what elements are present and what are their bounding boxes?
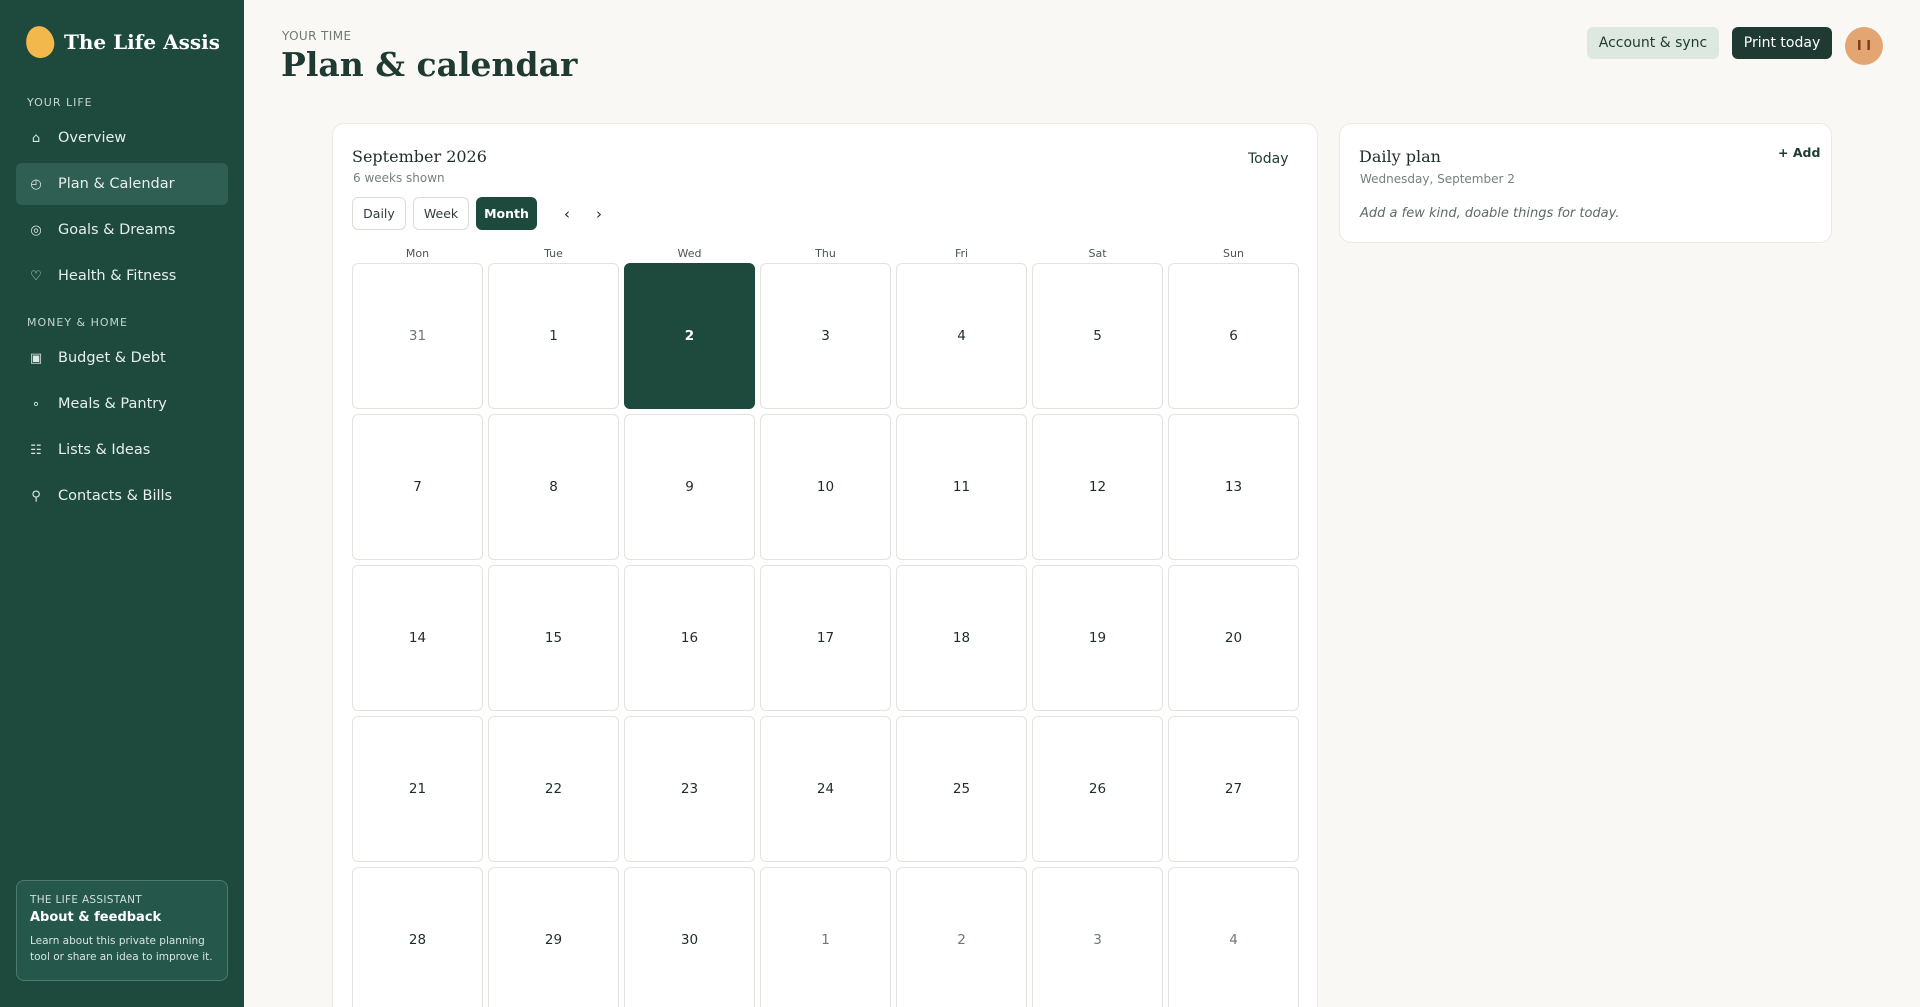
calendar-day[interactable]: 27 bbox=[1168, 716, 1299, 862]
calendar-day[interactable]: 5 bbox=[1032, 263, 1163, 409]
about-kicker: THE LIFE ASSISTANT bbox=[30, 894, 142, 906]
calendar-card: September 2026 6 weeks shown Today Daily… bbox=[332, 123, 1318, 1007]
sidebar-item-label: Goals & Dreams bbox=[58, 222, 176, 238]
brand-name: The Life Assist... bbox=[64, 30, 219, 54]
sidebar-item-plan-calendar[interactable]: ◴ Plan & Calendar bbox=[16, 163, 228, 205]
calendar-day[interactable]: 3 bbox=[760, 263, 891, 409]
weekday-label: Sun bbox=[1223, 247, 1244, 260]
weekday-label: Thu bbox=[815, 247, 836, 260]
sidebar-item-budget-debt[interactable]: ▣ Budget & Debt bbox=[16, 337, 228, 379]
target-icon: ◎ bbox=[30, 222, 42, 238]
brand-logo-icon bbox=[22, 23, 58, 61]
calendar-day[interactable]: 13 bbox=[1168, 414, 1299, 560]
calendar-day[interactable]: 19 bbox=[1032, 565, 1163, 711]
about-description: Learn about this private planning tool o… bbox=[30, 935, 213, 964]
contacts-icon: ⚲ bbox=[31, 488, 41, 504]
calendar-day[interactable]: 26 bbox=[1032, 716, 1163, 862]
heart-icon: ♡ bbox=[30, 268, 42, 284]
daily-plan-date: Wednesday, September 2 bbox=[1360, 172, 1515, 186]
calendar-day[interactable]: 17 bbox=[760, 565, 891, 711]
sidebar: The Life Assist... YOUR LIFE ⌂ Overview … bbox=[0, 0, 244, 1007]
view-daily-button[interactable]: Daily bbox=[352, 197, 406, 230]
calendar-month-label: September 2026 bbox=[352, 147, 487, 166]
sidebar-item-contacts-bills[interactable]: ⚲ Contacts & Bills bbox=[16, 475, 228, 517]
weekday-label: Tue bbox=[544, 247, 563, 260]
calendar-day[interactable]: 22 bbox=[488, 716, 619, 862]
calendar-day[interactable]: 6 bbox=[1168, 263, 1299, 409]
nav-section-money-home: MONEY & HOME bbox=[27, 316, 128, 329]
calendar-day[interactable]: 25 bbox=[896, 716, 1027, 862]
add-plan-item-button[interactable]: + Add bbox=[1778, 145, 1820, 160]
calendar-day[interactable]: 20 bbox=[1168, 565, 1299, 711]
calendar-day[interactable]: 31 bbox=[352, 263, 483, 409]
calendar-day[interactable]: 12 bbox=[1032, 414, 1163, 560]
daily-plan-empty-text: Add a few kind, doable things for today. bbox=[1360, 206, 1620, 221]
calendar-day[interactable]: 21 bbox=[352, 716, 483, 862]
chevron-left-icon[interactable]: ‹ bbox=[557, 204, 577, 224]
sidebar-item-label: Meals & Pantry bbox=[58, 396, 167, 412]
today-button[interactable]: Today bbox=[1248, 151, 1289, 167]
weekday-label: Mon bbox=[405, 247, 430, 260]
calendar-day-today[interactable]: 2 bbox=[624, 263, 755, 409]
sidebar-item-meals-pantry[interactable]: ∘ Meals & Pantry bbox=[16, 383, 228, 425]
nav-section-your-life: YOUR LIFE bbox=[27, 96, 93, 109]
daily-plan-title: Daily plan bbox=[1359, 147, 1441, 166]
calendar-day[interactable]: 14 bbox=[352, 565, 483, 711]
sidebar-item-health-fitness[interactable]: ♡ Health & Fitness bbox=[16, 255, 228, 297]
calendar-day[interactable]: 3 bbox=[1032, 867, 1163, 1007]
calendar-day[interactable]: 8 bbox=[488, 414, 619, 560]
daily-plan-card: Daily plan Wednesday, September 2 + Add … bbox=[1339, 123, 1832, 243]
calendar-day[interactable]: 7 bbox=[352, 414, 483, 560]
about-feedback-card[interactable]: THE LIFE ASSISTANT About & feedback Lear… bbox=[16, 880, 228, 981]
calendar-day[interactable]: 18 bbox=[896, 565, 1027, 711]
weekday-label: Sat bbox=[1088, 247, 1107, 260]
calendar-day[interactable]: 4 bbox=[1168, 867, 1299, 1007]
sidebar-item-label: Budget & Debt bbox=[58, 350, 166, 366]
calendar-day[interactable]: 16 bbox=[624, 565, 755, 711]
home-icon: ⌂ bbox=[31, 130, 41, 146]
calendar-day[interactable]: 9 bbox=[624, 414, 755, 560]
page-kicker: YOUR TIME bbox=[282, 29, 352, 43]
chevron-right-icon[interactable]: › bbox=[589, 204, 609, 224]
list-icon: ☷ bbox=[30, 442, 42, 458]
sidebar-item-lists-ideas[interactable]: ☷ Lists & Ideas bbox=[16, 429, 228, 471]
calendar-day[interactable]: 10 bbox=[760, 414, 891, 560]
clock-icon: ◴ bbox=[30, 176, 42, 192]
calendar-subtitle: 6 weeks shown bbox=[353, 171, 445, 185]
calendar-day[interactable]: 15 bbox=[488, 565, 619, 711]
sidebar-item-label: Plan & Calendar bbox=[58, 176, 175, 192]
weekday-label: Wed bbox=[677, 247, 702, 260]
calendar-day[interactable]: 23 bbox=[624, 716, 755, 862]
avatar[interactable]: I I bbox=[1845, 27, 1883, 65]
sidebar-item-overview[interactable]: ⌂ Overview bbox=[16, 117, 228, 159]
calendar-day[interactable]: 1 bbox=[488, 263, 619, 409]
sidebar-item-label: Health & Fitness bbox=[58, 268, 177, 284]
calendar-day[interactable]: 24 bbox=[760, 716, 891, 862]
about-title: About & feedback bbox=[30, 910, 162, 925]
sidebar-item-goals-dreams[interactable]: ◎ Goals & Dreams bbox=[16, 209, 228, 251]
account-sync-button[interactable]: Account & sync bbox=[1587, 27, 1719, 59]
calendar-day[interactable]: 29 bbox=[488, 867, 619, 1007]
view-month-button[interactable]: Month bbox=[476, 197, 537, 230]
calendar-day[interactable]: 28 bbox=[352, 867, 483, 1007]
bowl-icon: ∘ bbox=[31, 396, 41, 412]
weekday-label: Fri bbox=[954, 247, 969, 260]
calendar-day[interactable]: 11 bbox=[896, 414, 1027, 560]
calendar-day[interactable]: 4 bbox=[896, 263, 1027, 409]
print-today-button[interactable]: Print today bbox=[1732, 27, 1832, 59]
sidebar-item-label: Lists & Ideas bbox=[58, 442, 151, 458]
calendar-day[interactable]: 1 bbox=[760, 867, 891, 1007]
calendar-day[interactable]: 2 bbox=[896, 867, 1027, 1007]
view-week-button[interactable]: Week bbox=[413, 197, 469, 230]
brand[interactable]: The Life Assist... bbox=[22, 23, 219, 61]
sidebar-item-label: Overview bbox=[58, 130, 127, 146]
page-title: Plan & calendar bbox=[281, 45, 578, 84]
wallet-icon: ▣ bbox=[29, 350, 43, 366]
sidebar-item-label: Contacts & Bills bbox=[58, 488, 173, 504]
calendar-day[interactable]: 30 bbox=[624, 867, 755, 1007]
